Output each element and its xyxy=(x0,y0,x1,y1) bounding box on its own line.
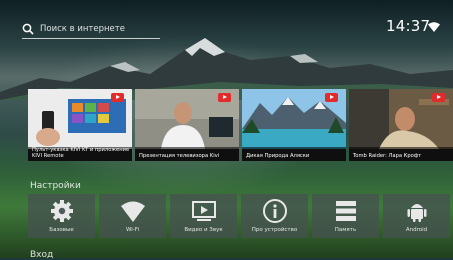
storage-icon xyxy=(335,201,356,221)
gear-icon xyxy=(50,200,73,222)
settings-tile-label: Wi-Fi xyxy=(125,227,140,233)
info-icon xyxy=(262,199,287,223)
video-caption: Презентация телевизора Kivi xyxy=(135,147,239,161)
youtube-badge-icon xyxy=(325,93,338,102)
video-caption: Пульт-указка KIVI KT и приложение KIVI R… xyxy=(28,147,132,161)
video-card[interactable]: Презентация телевизора Kivi xyxy=(135,89,239,161)
video-card[interactable]: Пульт-указка KIVI KT и приложение KIVI R… xyxy=(28,89,132,161)
search-input[interactable] xyxy=(40,24,150,34)
video-title: Tomb Raider: Лара Крофт xyxy=(353,153,422,159)
youtube-badge-icon xyxy=(432,93,445,102)
settings-tile-wifi[interactable]: Wi-Fi xyxy=(99,194,166,238)
youtube-badge-icon xyxy=(111,93,124,102)
search-bar[interactable] xyxy=(22,20,160,39)
settings-tile-label: Базовые xyxy=(49,227,74,233)
settings-tile-video-sound[interactable]: Видео и Звук xyxy=(170,194,237,238)
settings-tile-label: Память xyxy=(334,227,357,233)
video-caption: Tomb Raider: Лара Крофт xyxy=(349,147,453,161)
top-bar: 14:37 xyxy=(0,0,453,40)
section-title-settings: Настройки xyxy=(30,181,81,191)
video-title: Презентация телевизора Kivi xyxy=(139,153,220,159)
video-title: Дикая Природа Аляски xyxy=(246,153,310,159)
clock: 14:37 xyxy=(386,17,431,35)
video-caption: Дикая Природа Аляски xyxy=(242,147,346,161)
search-icon xyxy=(22,23,34,35)
video-card[interactable]: Tomb Raider: Лара Крофт xyxy=(349,89,453,161)
video-row: Пульт-указка KIVI KT и приложение KIVI R… xyxy=(28,89,453,161)
settings-tile-about[interactable]: Про устройство xyxy=(241,194,308,238)
wifi-status-icon xyxy=(428,22,440,32)
video-icon xyxy=(191,201,216,221)
settings-tile-label: Про устройство xyxy=(251,227,298,233)
settings-tile-basic[interactable]: Базовые xyxy=(28,194,95,238)
video-title: Пульт-указка KIVI KT и приложение KIVI R… xyxy=(32,147,130,159)
youtube-badge-icon xyxy=(218,93,231,102)
android-icon xyxy=(407,204,426,222)
settings-tile-label: Видео и Звук xyxy=(184,227,223,233)
settings-tile-storage[interactable]: Память xyxy=(312,194,379,238)
settings-tile-android[interactable]: Android xyxy=(383,194,450,238)
section-title-apps: Вход xyxy=(30,250,54,260)
settings-row: Базовые Wi-Fi Видео и Звук Про устройств… xyxy=(28,194,450,238)
wifi-icon xyxy=(120,201,145,222)
settings-tile-label: Android xyxy=(405,227,428,233)
video-card[interactable]: Дикая Природа Аляски xyxy=(242,89,346,161)
